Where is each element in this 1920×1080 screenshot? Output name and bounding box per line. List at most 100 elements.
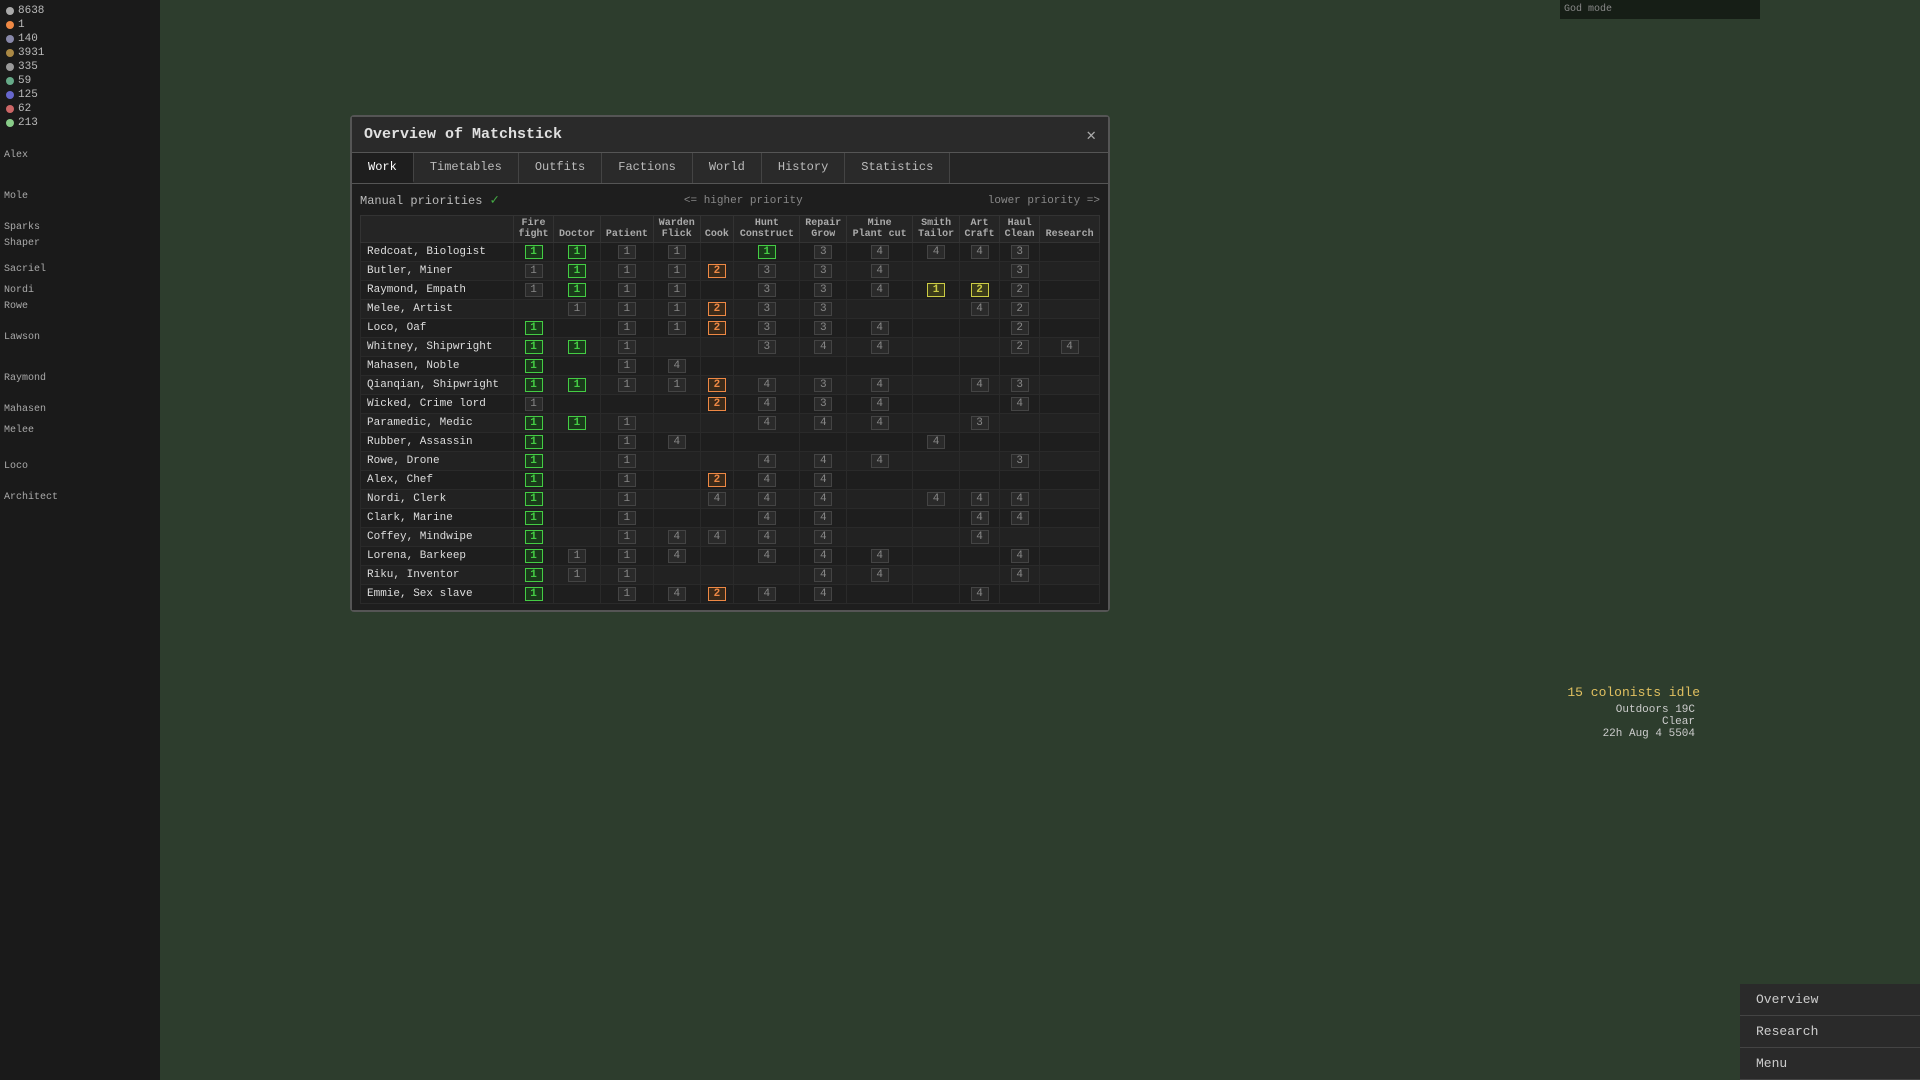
work-cell[interactable]: · [847,585,913,604]
work-cell[interactable]: 4 [847,566,913,585]
work-cell[interactable]: 4 [700,528,734,547]
work-cell[interactable]: · [1040,262,1100,281]
work-cell[interactable]: 4 [847,547,913,566]
work-cell[interactable]: 1 [513,490,553,509]
work-cell[interactable]: · [1040,243,1100,262]
work-cell[interactable]: 1 [653,262,700,281]
work-cell[interactable]: 3 [734,300,800,319]
work-cell[interactable]: · [1040,300,1100,319]
work-cell[interactable]: · [1000,528,1040,547]
work-cell[interactable]: · [653,395,700,414]
work-cell[interactable]: 1 [554,547,601,566]
work-cell[interactable]: · [554,509,601,528]
tab-outfits[interactable]: Outfits [519,153,602,183]
work-cell[interactable]: 1 [513,319,553,338]
overview-button[interactable]: Overview [1740,984,1920,1016]
work-cell[interactable]: 4 [1040,338,1100,357]
work-cell[interactable]: 3 [800,243,847,262]
work-cell[interactable]: · [700,509,734,528]
work-cell[interactable]: 4 [734,471,800,490]
work-cell[interactable]: 4 [959,300,999,319]
work-cell[interactable]: 4 [959,585,999,604]
work-cell[interactable]: · [700,357,734,376]
work-cell[interactable]: 4 [959,528,999,547]
work-cell[interactable]: 2 [1000,338,1040,357]
work-cell[interactable]: 1 [600,509,653,528]
work-cell[interactable]: 3 [959,414,999,433]
work-cell[interactable]: 4 [913,490,960,509]
work-cell[interactable]: · [653,414,700,433]
work-cell[interactable]: 1 [513,338,553,357]
work-cell[interactable]: 1 [554,414,601,433]
work-cell[interactable]: · [1040,566,1100,585]
work-cell[interactable]: · [1040,376,1100,395]
work-cell[interactable]: · [554,585,601,604]
work-cell[interactable]: · [1040,471,1100,490]
work-cell[interactable]: 4 [800,528,847,547]
tab-history[interactable]: History [762,153,845,183]
tab-timetables[interactable]: Timetables [414,153,519,183]
work-cell[interactable]: 3 [1000,452,1040,471]
work-cell[interactable]: 4 [734,452,800,471]
work-cell[interactable]: · [913,300,960,319]
work-cell[interactable]: 4 [700,490,734,509]
work-cell[interactable]: 4 [913,243,960,262]
work-cell[interactable]: 4 [847,281,913,300]
table-row[interactable]: Redcoat, Biologist1111·134443· [361,243,1100,262]
work-cell[interactable]: 2 [959,281,999,300]
work-cell[interactable]: 1 [513,262,553,281]
work-cell[interactable]: 4 [847,395,913,414]
table-row[interactable]: Coffey, Mindwipe1·14444··4·· [361,528,1100,547]
work-cell[interactable]: · [1000,433,1040,452]
work-cell[interactable]: · [700,452,734,471]
work-cell[interactable]: 4 [847,243,913,262]
work-cell[interactable]: 1 [653,319,700,338]
work-cell[interactable]: 1 [513,585,553,604]
work-cell[interactable]: 4 [800,452,847,471]
work-cell[interactable]: 4 [959,376,999,395]
work-cell[interactable]: · [734,433,800,452]
work-cell[interactable]: 4 [800,509,847,528]
table-row[interactable]: Qianqian, Shipwright11112434·43· [361,376,1100,395]
work-cell[interactable]: 1 [653,243,700,262]
work-cell[interactable]: · [913,338,960,357]
check-icon[interactable]: ✓ [490,192,498,209]
work-cell[interactable]: 4 [1000,509,1040,528]
work-cell[interactable]: · [554,319,601,338]
work-cell[interactable]: · [700,414,734,433]
work-cell[interactable]: 1 [653,281,700,300]
work-cell[interactable]: 1 [513,452,553,471]
work-cell[interactable]: 4 [800,414,847,433]
work-cell[interactable]: 4 [913,433,960,452]
work-cell[interactable]: 4 [800,490,847,509]
work-cell[interactable]: · [959,262,999,281]
work-cell[interactable]: 1 [600,319,653,338]
table-row[interactable]: Nordi, Clerk1·1·444·444· [361,490,1100,509]
work-cell[interactable]: · [734,566,800,585]
work-table-wrapper[interactable]: Firefight Doctor Patient WardenFlick Coo… [360,215,1100,604]
work-cell[interactable]: 1 [734,243,800,262]
work-cell[interactable]: 1 [600,528,653,547]
work-cell[interactable]: 1 [554,300,601,319]
work-cell[interactable]: · [913,528,960,547]
tab-factions[interactable]: Factions [602,153,693,183]
work-cell[interactable]: · [913,376,960,395]
work-cell[interactable]: · [1040,490,1100,509]
work-cell[interactable]: 3 [734,281,800,300]
work-cell[interactable]: · [847,433,913,452]
work-cell[interactable]: 1 [600,490,653,509]
work-cell[interactable]: 1 [600,357,653,376]
work-cell[interactable]: 4 [800,585,847,604]
work-cell[interactable]: · [1040,319,1100,338]
work-cell[interactable]: 3 [800,376,847,395]
work-cell[interactable]: 4 [847,338,913,357]
work-cell[interactable]: 2 [1000,281,1040,300]
work-cell[interactable]: 1 [513,395,553,414]
work-cell[interactable]: · [913,547,960,566]
work-cell[interactable]: · [1000,357,1040,376]
table-row[interactable]: Clark, Marine1·1··44··44· [361,509,1100,528]
work-cell[interactable]: 4 [847,376,913,395]
work-cell[interactable]: 4 [800,566,847,585]
work-cell[interactable]: 4 [734,509,800,528]
work-cell[interactable]: · [653,471,700,490]
